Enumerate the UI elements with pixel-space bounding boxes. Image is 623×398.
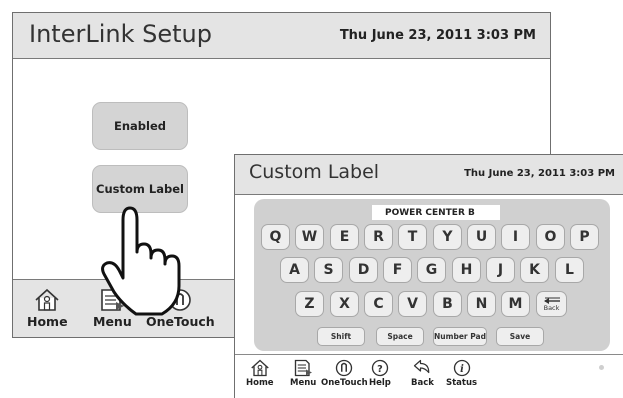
on-screen-keyboard: POWER CENTER B Q W E R T Y U I O P A S D… [254, 199, 610, 351]
custom-label-screen: Custom Label Thu June 23, 2011 3:03 PM P… [234, 154, 623, 398]
key-p[interactable]: P [570, 224, 599, 250]
home-icon [251, 359, 269, 377]
label-nav-status[interactable]: i Status [446, 359, 477, 388]
key-b[interactable]: B [433, 291, 462, 317]
label-nav-bar: Home Menu OneTouch ? Help Back i Status [235, 354, 623, 398]
label-nav-help[interactable]: ? Help [369, 359, 391, 388]
key-k[interactable]: K [520, 257, 549, 283]
label-nav-back[interactable]: Back [411, 359, 434, 388]
key-i[interactable]: I [501, 224, 530, 250]
key-o[interactable]: O [536, 224, 565, 250]
setup-nav-home[interactable]: Home [27, 288, 68, 329]
home-icon [35, 288, 59, 311]
label-datetime: Thu June 23, 2011 3:03 PM [464, 168, 615, 179]
label-nav-status-label: Status [446, 378, 478, 388]
label-title: Custom Label [249, 161, 380, 183]
svg-text:?: ? [377, 364, 383, 375]
key-c[interactable]: C [364, 291, 393, 317]
key-v[interactable]: V [398, 291, 427, 317]
back-icon [414, 359, 430, 374]
shift-key[interactable]: Shift [317, 327, 365, 346]
key-u[interactable]: U [467, 224, 496, 250]
label-nav-onetouch-label: OneTouch [321, 378, 368, 388]
key-y[interactable]: Y [433, 224, 462, 250]
label-nav-home-label: Home [246, 378, 274, 388]
key-n[interactable]: N [467, 291, 496, 317]
setup-datetime: Thu June 23, 2011 3:03 PM [339, 28, 536, 43]
label-entry-field[interactable]: POWER CENTER B [372, 205, 500, 220]
label-nav-menu[interactable]: Menu [290, 359, 316, 388]
status-indicator-dot [599, 365, 604, 370]
key-w[interactable]: W [295, 224, 324, 250]
svg-text:i: i [460, 364, 464, 375]
key-x[interactable]: X [330, 291, 359, 317]
key-m[interactable]: M [501, 291, 530, 317]
space-key[interactable]: Space [376, 327, 424, 346]
key-a[interactable]: A [280, 257, 309, 283]
label-nav-menu-label: Menu [290, 378, 317, 388]
save-key[interactable]: Save [496, 327, 544, 346]
setup-nav-home-label: Home [27, 314, 68, 329]
key-t[interactable]: T [398, 224, 427, 250]
number-pad-key[interactable]: Number Pad [433, 327, 487, 346]
key-h[interactable]: H [452, 257, 481, 283]
key-r[interactable]: R [364, 224, 393, 250]
setup-title-bar: InterLink Setup Thu June 23, 2011 3:03 P… [13, 13, 550, 59]
label-nav-home[interactable]: Home [246, 359, 274, 388]
key-g[interactable]: G [417, 257, 446, 283]
label-title-bar: Custom Label Thu June 23, 2011 3:03 PM [235, 155, 623, 195]
backspace-key[interactable]: Back [536, 291, 567, 317]
key-e[interactable]: E [330, 224, 359, 250]
label-nav-onetouch[interactable]: OneTouch [321, 359, 368, 388]
backspace-key-label: Back [543, 303, 560, 312]
label-nav-help-label: Help [369, 378, 391, 388]
key-q[interactable]: Q [261, 224, 290, 250]
key-d[interactable]: D [349, 257, 378, 283]
key-z[interactable]: Z [295, 291, 324, 317]
key-j[interactable]: J [486, 257, 515, 283]
setup-title: InterLink Setup [29, 20, 212, 48]
status-icon: i [453, 359, 470, 377]
key-f[interactable]: F [383, 257, 412, 283]
menu-icon [294, 359, 313, 377]
onetouch-icon [336, 359, 353, 377]
key-l[interactable]: L [555, 257, 584, 283]
label-nav-back-label: Back [411, 378, 434, 388]
pointing-hand-icon [101, 206, 181, 316]
key-s[interactable]: S [314, 257, 343, 283]
help-icon: ? [371, 359, 389, 377]
enabled-button[interactable]: Enabled [92, 102, 188, 150]
